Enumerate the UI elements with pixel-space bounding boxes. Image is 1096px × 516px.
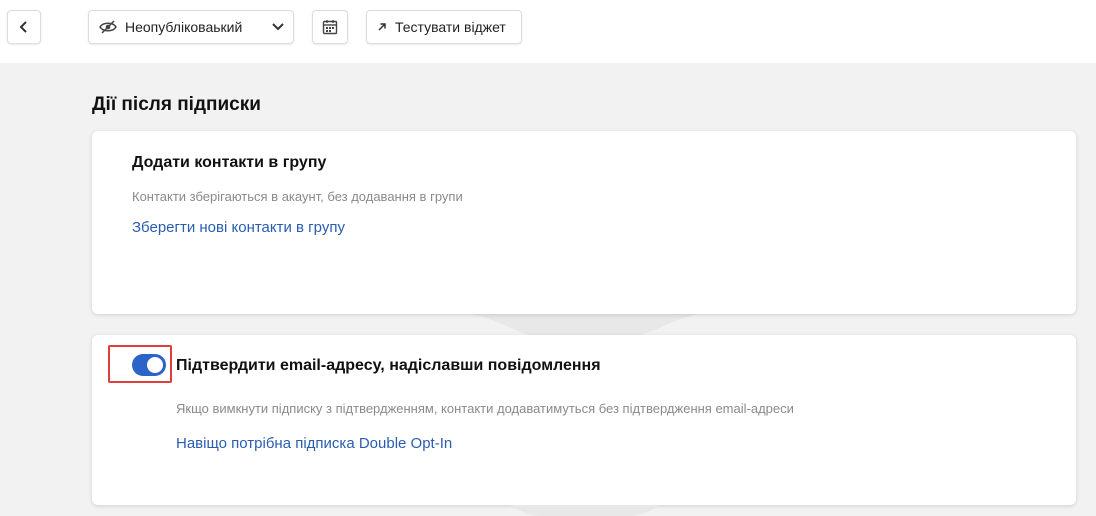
- publish-status-label: Неопубліковаький: [125, 19, 243, 35]
- double-opt-in-description: Якщо вимкнути підписку з підтвердженням,…: [176, 401, 794, 416]
- add-to-group-card: Додати контакти в групу Контакти зберіга…: [92, 131, 1076, 314]
- double-opt-in-link[interactable]: Навіщо потрібна підписка Double Opt-In: [176, 435, 452, 452]
- card-connector-bottom: [470, 505, 700, 516]
- back-button[interactable]: [7, 10, 41, 44]
- top-toolbar: Неопубліковаький Тестувати віджет: [0, 0, 1096, 63]
- test-widget-label: Тестувати віджет: [395, 19, 506, 35]
- calendar-icon: [322, 19, 338, 35]
- add-to-group-title: Додати контакти в групу: [132, 154, 327, 171]
- double-opt-in-title: Підтвердити email-адресу, надіславши пов…: [176, 357, 601, 374]
- double-opt-in-toggle[interactable]: [132, 354, 166, 376]
- chevron-left-icon: [19, 20, 29, 34]
- schedule-button[interactable]: [312, 10, 348, 44]
- arrow-up-right-icon: [377, 22, 387, 32]
- double-opt-in-card: Підтвердити email-адресу, надіславши пов…: [92, 335, 1076, 505]
- card-connector: [470, 314, 700, 335]
- section-title: Дії після підписки: [92, 94, 261, 115]
- add-to-group-description: Контакти зберігаються в акаунт, без дода…: [132, 189, 463, 204]
- eye-off-icon: [99, 20, 117, 34]
- save-to-group-link[interactable]: Зберегти нові контакти в групу: [132, 219, 345, 236]
- chevron-down-icon: [263, 23, 293, 31]
- test-widget-button[interactable]: Тестувати віджет: [366, 10, 522, 44]
- publish-status-dropdown[interactable]: Неопубліковаький: [88, 10, 294, 44]
- toggle-knob: [147, 357, 163, 373]
